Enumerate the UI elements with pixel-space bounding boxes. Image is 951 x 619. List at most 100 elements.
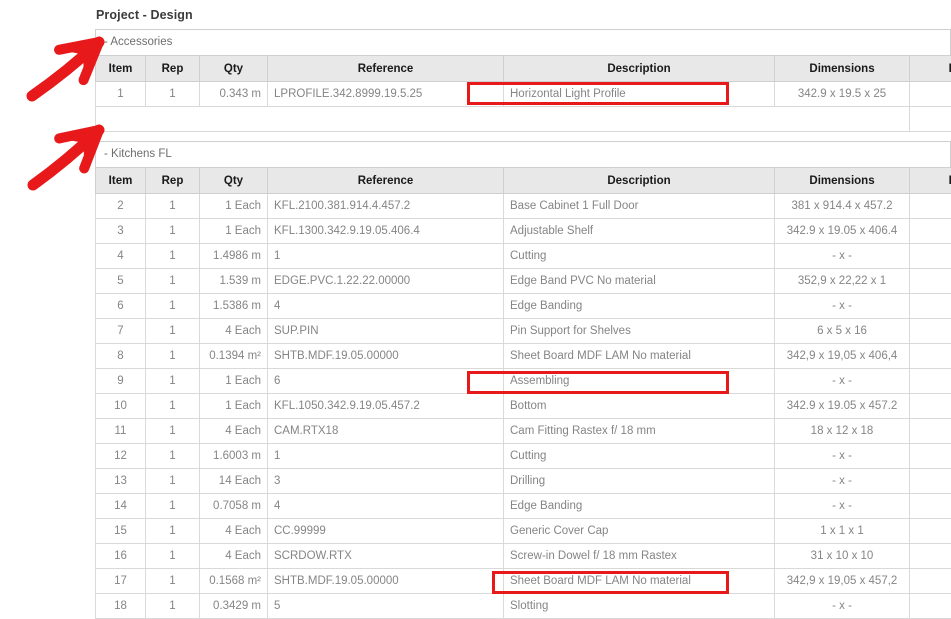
- cell-item: 12: [96, 444, 146, 469]
- table-row[interactable]: 411.4986 m1Cutting- x -NaN: [96, 244, 951, 269]
- column-header-final[interactable]: Final: [910, 56, 951, 82]
- column-header-item[interactable]: Item: [96, 168, 146, 194]
- cell-rep: 1: [146, 194, 200, 219]
- table-row[interactable]: 611.5386 m4Edge Banding- x -0,00: [96, 294, 951, 319]
- cell-item: 9: [96, 369, 146, 394]
- cell-item: 11: [96, 419, 146, 444]
- cell-dimensions: 352,9 x 22,22 x 1: [775, 269, 910, 294]
- total-blank-qty: [200, 107, 268, 132]
- table-row[interactable]: 211 EachKFL.2100.381.914.4.457.2Base Cab…: [96, 194, 951, 219]
- cell-reference: 5: [268, 594, 504, 619]
- column-header-rep[interactable]: Rep: [146, 168, 200, 194]
- cell-rep: 1: [146, 419, 200, 444]
- cell-qty: 1.539 m: [200, 269, 268, 294]
- cell-rep: 1: [146, 469, 200, 494]
- table-kitchens: Item Rep Qty Reference Description Dimen…: [95, 167, 951, 619]
- cell-final: 0,00: [910, 494, 951, 519]
- cell-reference: EDGE.PVC.1.22.22.00000: [268, 269, 504, 294]
- arrow-to-kitchens: [33, 130, 99, 185]
- group-spacer: [95, 132, 951, 141]
- cell-final: NaN: [910, 219, 951, 244]
- column-header-reference[interactable]: Reference: [268, 56, 504, 82]
- table-header-row: Item Rep Qty Reference Description Dimen…: [96, 168, 951, 194]
- group-block-accessories: - Accessories: [95, 29, 951, 55]
- cell-item: 18: [96, 594, 146, 619]
- cell-qty: 0.1394 m²: [200, 344, 268, 369]
- cell-final: NaN: [910, 569, 951, 594]
- page-title: Project - Design: [95, 0, 951, 29]
- cell-qty: 4 Each: [200, 519, 268, 544]
- cell-rep: 1: [146, 494, 200, 519]
- cell-reference: SUP.PIN: [268, 319, 504, 344]
- total-row: 0,00: [96, 107, 951, 132]
- table-row[interactable]: 1710.1568 m²SHTB.MDF.19.05.00000Sheet Bo…: [96, 569, 951, 594]
- column-header-item[interactable]: Item: [96, 56, 146, 82]
- cell-description: Base Cabinet 1 Full Door: [504, 194, 775, 219]
- cell-qty: 4 Each: [200, 544, 268, 569]
- cell-final: NaN: [910, 519, 951, 544]
- table-row[interactable]: 1514 EachCC.99999Generic Cover Cap1 x 1 …: [96, 519, 951, 544]
- table-row[interactable]: 1810.3429 m5Slotting- x -NaN: [96, 594, 951, 619]
- cell-qty: 0.1568 m²: [200, 569, 268, 594]
- cell-description: Sheet Board MDF LAM No material: [504, 569, 775, 594]
- total-blank-description: [504, 107, 775, 132]
- table-body-kitchens: 211 EachKFL.2100.381.914.4.457.2Base Cab…: [96, 194, 951, 619]
- cell-dimensions: 342.9 x 19.5 x 25: [775, 82, 910, 107]
- table-row[interactable]: 1614 EachSCRDOW.RTXScrew-in Dowel f/ 18 …: [96, 544, 951, 569]
- table-row[interactable]: 110.343 mLPROFILE.342.8999.19.5.25Horizo…: [96, 82, 951, 107]
- cell-description: Pin Support for Shelves: [504, 319, 775, 344]
- cell-final: NaN: [910, 319, 951, 344]
- cell-dimensions: 342.9 x 19.05 x 457.2: [775, 394, 910, 419]
- cell-dimensions: 342.9 x 19.05 x 406.4: [775, 219, 910, 244]
- cell-reference: SCRDOW.RTX: [268, 544, 504, 569]
- cell-final: NaN: [910, 544, 951, 569]
- column-header-qty[interactable]: Qty: [200, 168, 268, 194]
- cell-qty: 1.6003 m: [200, 444, 268, 469]
- table-row[interactable]: 1114 EachCAM.RTX18Cam Fitting Rastex f/ …: [96, 419, 951, 444]
- table-row[interactable]: 810.1394 m²SHTB.MDF.19.05.00000Sheet Boa…: [96, 344, 951, 369]
- cell-reference: SHTB.MDF.19.05.00000: [268, 569, 504, 594]
- cell-item: 14: [96, 494, 146, 519]
- cell-rep: 1: [146, 394, 200, 419]
- cell-description: Edge Banding: [504, 494, 775, 519]
- table-row[interactable]: 311 EachKFL.1300.342.9.19.05.406.4Adjust…: [96, 219, 951, 244]
- table-row[interactable]: 714 EachSUP.PINPin Support for Shelves6 …: [96, 319, 951, 344]
- table-footer-accessories: 0,00: [96, 107, 951, 132]
- column-header-reference[interactable]: Reference: [268, 168, 504, 194]
- table-row[interactable]: 1011 EachKFL.1050.342.9.19.05.457.2Botto…: [96, 394, 951, 419]
- column-header-description[interactable]: Description: [504, 168, 775, 194]
- group-label-kitchens[interactable]: - Kitchens FL: [96, 142, 950, 167]
- column-header-dimensions[interactable]: Dimensions: [775, 56, 910, 82]
- report-page: Project - Design - Accessories Item Rep …: [0, 0, 951, 610]
- cell-rep: 1: [146, 82, 200, 107]
- column-header-qty[interactable]: Qty: [200, 56, 268, 82]
- cell-rep: 1: [146, 269, 200, 294]
- cell-rep: 1: [146, 519, 200, 544]
- cell-qty: 4 Each: [200, 419, 268, 444]
- table-row[interactable]: 1410.7058 m4Edge Banding- x -0,00: [96, 494, 951, 519]
- table-row[interactable]: 13114 Each3Drilling- x -0,00: [96, 469, 951, 494]
- group-label-accessories[interactable]: - Accessories: [96, 30, 950, 55]
- total-blank-dimensions: [775, 107, 910, 132]
- cell-final: NaN: [910, 369, 951, 394]
- cell-qty: 1.5386 m: [200, 294, 268, 319]
- cell-description: Bottom: [504, 394, 775, 419]
- column-header-description[interactable]: Description: [504, 56, 775, 82]
- cell-final: 0,00: [910, 469, 951, 494]
- cell-qty: 14 Each: [200, 469, 268, 494]
- table-row[interactable]: 511.539 mEDGE.PVC.1.22.22.00000Edge Band…: [96, 269, 951, 294]
- cell-final: NaN: [910, 594, 951, 619]
- column-header-final[interactable]: Final: [910, 168, 951, 194]
- cell-rep: 1: [146, 444, 200, 469]
- cell-description: Horizontal Light Profile: [504, 82, 775, 107]
- table-row[interactable]: 911 Each6Assembling- x -NaN: [96, 369, 951, 394]
- cell-qty: 1 Each: [200, 194, 268, 219]
- cell-item: 13: [96, 469, 146, 494]
- table-row[interactable]: 1211.6003 m1Cutting- x -NaN: [96, 444, 951, 469]
- column-header-rep[interactable]: Rep: [146, 56, 200, 82]
- column-header-dimensions[interactable]: Dimensions: [775, 168, 910, 194]
- cell-rep: 1: [146, 569, 200, 594]
- cell-qty: 1 Each: [200, 369, 268, 394]
- cell-item: 17: [96, 569, 146, 594]
- cell-dimensions: 31 x 10 x 10: [775, 544, 910, 569]
